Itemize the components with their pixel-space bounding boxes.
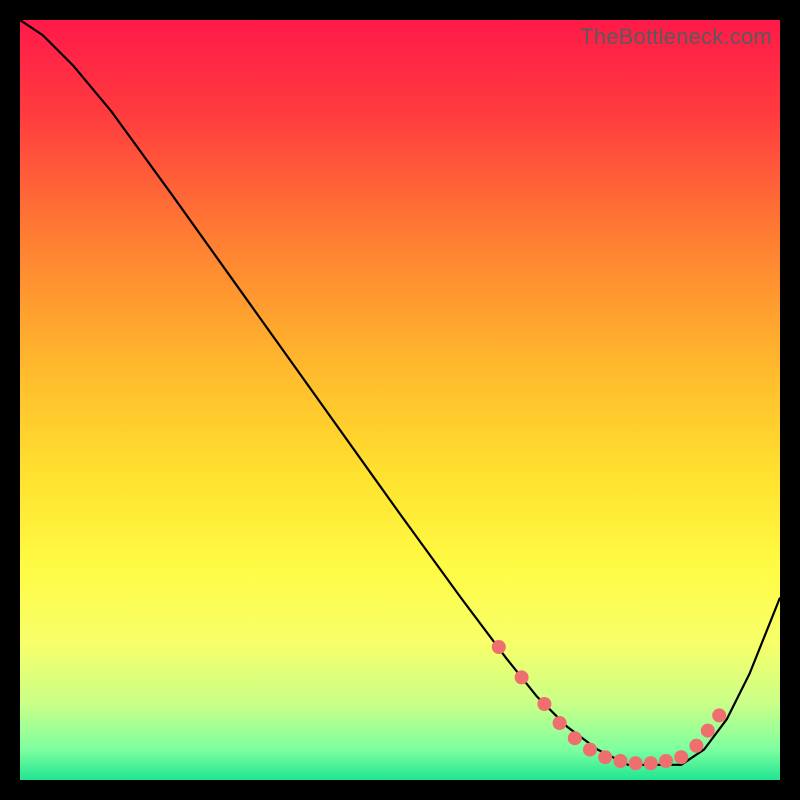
marker-dot: [644, 756, 658, 770]
marker-dot: [583, 743, 597, 757]
marker-dot: [674, 750, 688, 764]
marker-dot: [712, 708, 726, 722]
marker-dot: [537, 697, 551, 711]
marker-dot: [629, 756, 643, 770]
marker-dot: [568, 731, 582, 745]
chart-frame: TheBottleneck.com: [20, 20, 780, 780]
chart-canvas: [20, 20, 780, 780]
marker-dot: [492, 640, 506, 654]
gradient-background: [20, 20, 780, 780]
marker-dot: [701, 724, 715, 738]
marker-dot: [515, 670, 529, 684]
marker-dot: [598, 750, 612, 764]
marker-dot: [689, 739, 703, 753]
marker-dot: [659, 754, 673, 768]
marker-dot: [553, 716, 567, 730]
marker-dot: [613, 754, 627, 768]
watermark-text: TheBottleneck.com: [580, 24, 772, 50]
